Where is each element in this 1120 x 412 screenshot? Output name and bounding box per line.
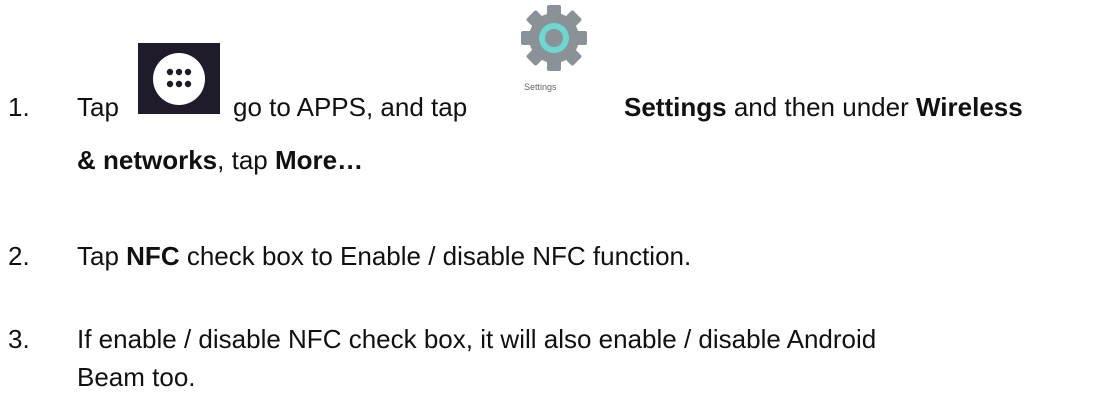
wireless-bold: Wireless xyxy=(915,92,1023,122)
step-2-text: Tap NFC check box to Enable / disable NF… xyxy=(77,241,691,272)
step-number: 3. xyxy=(8,324,30,354)
go-to-apps-text: go to APPS, and tap xyxy=(233,92,468,122)
step-1-rest: Settings and then under Wireless xyxy=(624,92,1023,123)
settings-bold: Settings xyxy=(624,92,727,122)
settings-icon-caption: Settings xyxy=(524,82,557,92)
step-3-line-1: If enable / disable NFC check box, it wi… xyxy=(77,324,877,354)
step-2-rest: check box to Enable / disable NFC functi… xyxy=(186,241,692,271)
tap-word: Tap xyxy=(77,241,119,271)
step-text-start: Tap xyxy=(77,92,119,123)
step-number: 2. xyxy=(8,241,30,271)
tap-word: Tap xyxy=(77,92,119,122)
tap-comma-text: , tap xyxy=(217,145,268,175)
networks-bold: & networks xyxy=(77,145,218,175)
more-bold: More… xyxy=(274,145,364,175)
step-number: 1. xyxy=(8,92,30,122)
step-1-line-2: & networks, tap More… xyxy=(77,145,363,176)
nfc-bold: NFC xyxy=(126,241,180,271)
and-then-under-text: and then under xyxy=(733,92,909,122)
step-3-line-2: Beam too. xyxy=(77,362,196,392)
settings-gear-icon xyxy=(504,0,604,76)
apps-grid-icon xyxy=(138,43,220,114)
